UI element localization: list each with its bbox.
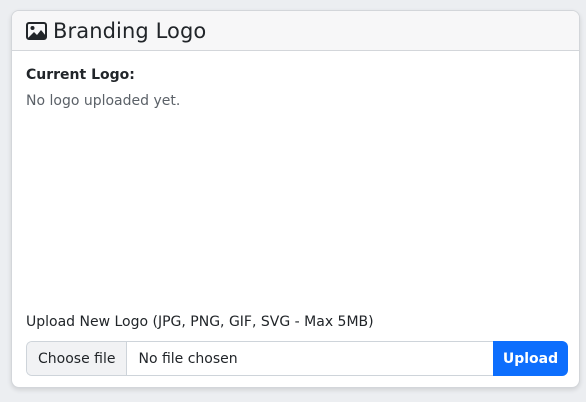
card-body: Current Logo: No logo uploaded yet. Uplo… [12,51,579,387]
file-input[interactable]: Choose file No file chosen [26,341,493,376]
branding-logo-card: Branding Logo Current Logo: No logo uplo… [11,10,580,388]
card-header: Branding Logo [12,11,579,51]
file-status-text: No file chosen [127,342,493,375]
image-icon [25,21,47,41]
current-logo-label: Current Logo: [26,67,135,83]
upload-input-group: Choose file No file chosen Upload [26,341,568,376]
upload-new-logo-label: Upload New Logo (JPG, PNG, GIF, SVG - Ma… [26,314,374,330]
upload-button[interactable]: Upload [493,341,568,376]
choose-file-button[interactable]: Choose file [27,342,128,375]
no-logo-message: No logo uploaded yet. [26,93,181,109]
card-title: Branding Logo [53,18,207,43]
